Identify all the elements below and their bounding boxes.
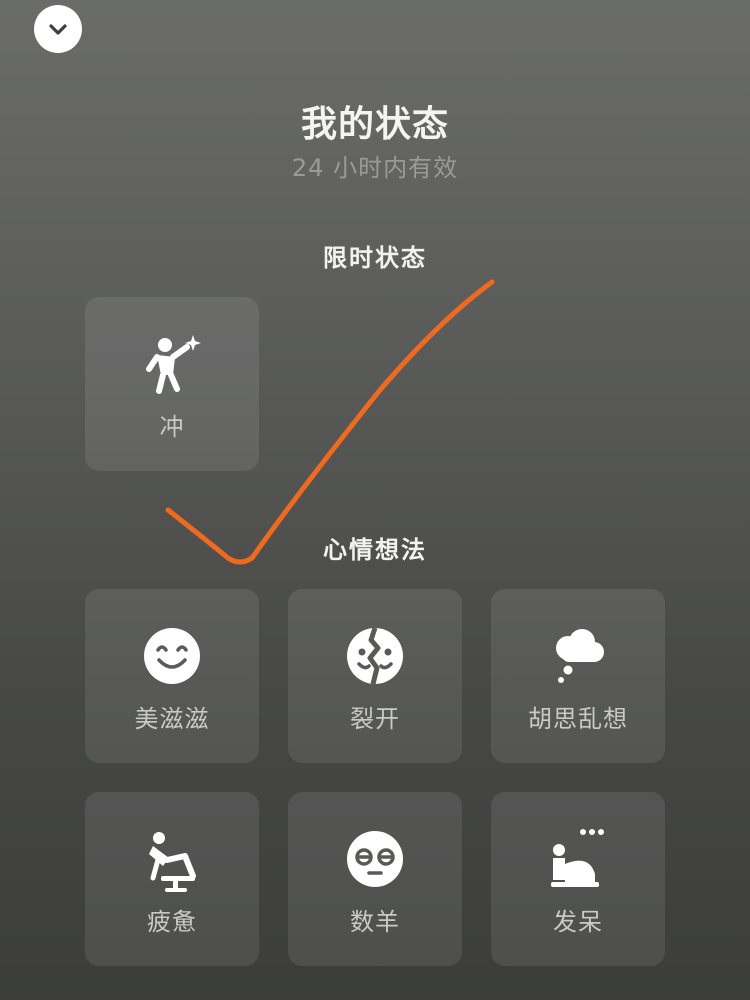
tile-label: 数羊: [350, 908, 400, 936]
cracked-face-icon: [342, 623, 408, 689]
daydream-person-icon: [545, 826, 611, 892]
sleepy-face-icon: [342, 826, 408, 892]
status-tile-fadai[interactable]: 发呆: [491, 792, 665, 966]
status-tile-liekai[interactable]: 裂开: [288, 589, 462, 763]
page-title: 我的状态: [300, 104, 449, 145]
tile-label: 疲惫: [147, 908, 197, 936]
tile-label: 冲: [159, 413, 185, 441]
smile-face-icon: [139, 623, 205, 689]
tile-label: 胡思乱想: [528, 705, 628, 733]
status-tile-shuyang[interactable]: 数羊: [288, 792, 462, 966]
section-title-mood: 心情想法: [323, 536, 427, 564]
collapse-button[interactable]: [34, 5, 82, 53]
status-tile-meizizi[interactable]: 美滋滋: [85, 589, 259, 763]
tile-label: 美滋滋: [134, 705, 210, 733]
thought-cloud-icon: [545, 623, 611, 689]
page-subtitle: 24 小时内有效: [291, 154, 459, 182]
runner-sparkle-icon: [139, 331, 205, 397]
slumped-person-icon: [139, 826, 205, 892]
status-tile-pibei[interactable]: 疲惫: [85, 792, 259, 966]
tile-label: 发呆: [553, 908, 603, 936]
status-tile-chong[interactable]: 冲: [85, 297, 259, 471]
section-title-limited: 限时状态: [323, 244, 427, 272]
chevron-down-icon: [49, 24, 67, 35]
status-tile-husiluanxiang[interactable]: 胡思乱想: [491, 589, 665, 763]
tile-label: 裂开: [350, 705, 400, 733]
